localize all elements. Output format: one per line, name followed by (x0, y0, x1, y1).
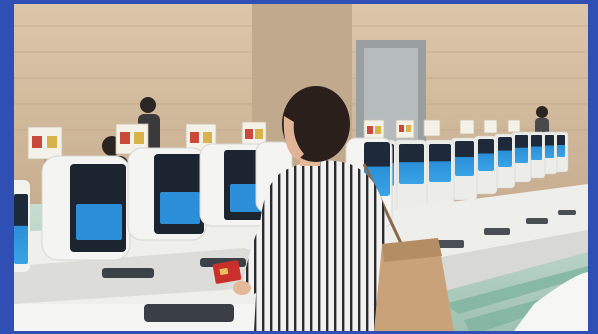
airport-photo (14, 4, 588, 331)
airport-scene (14, 4, 588, 331)
photo-frame (0, 0, 598, 334)
